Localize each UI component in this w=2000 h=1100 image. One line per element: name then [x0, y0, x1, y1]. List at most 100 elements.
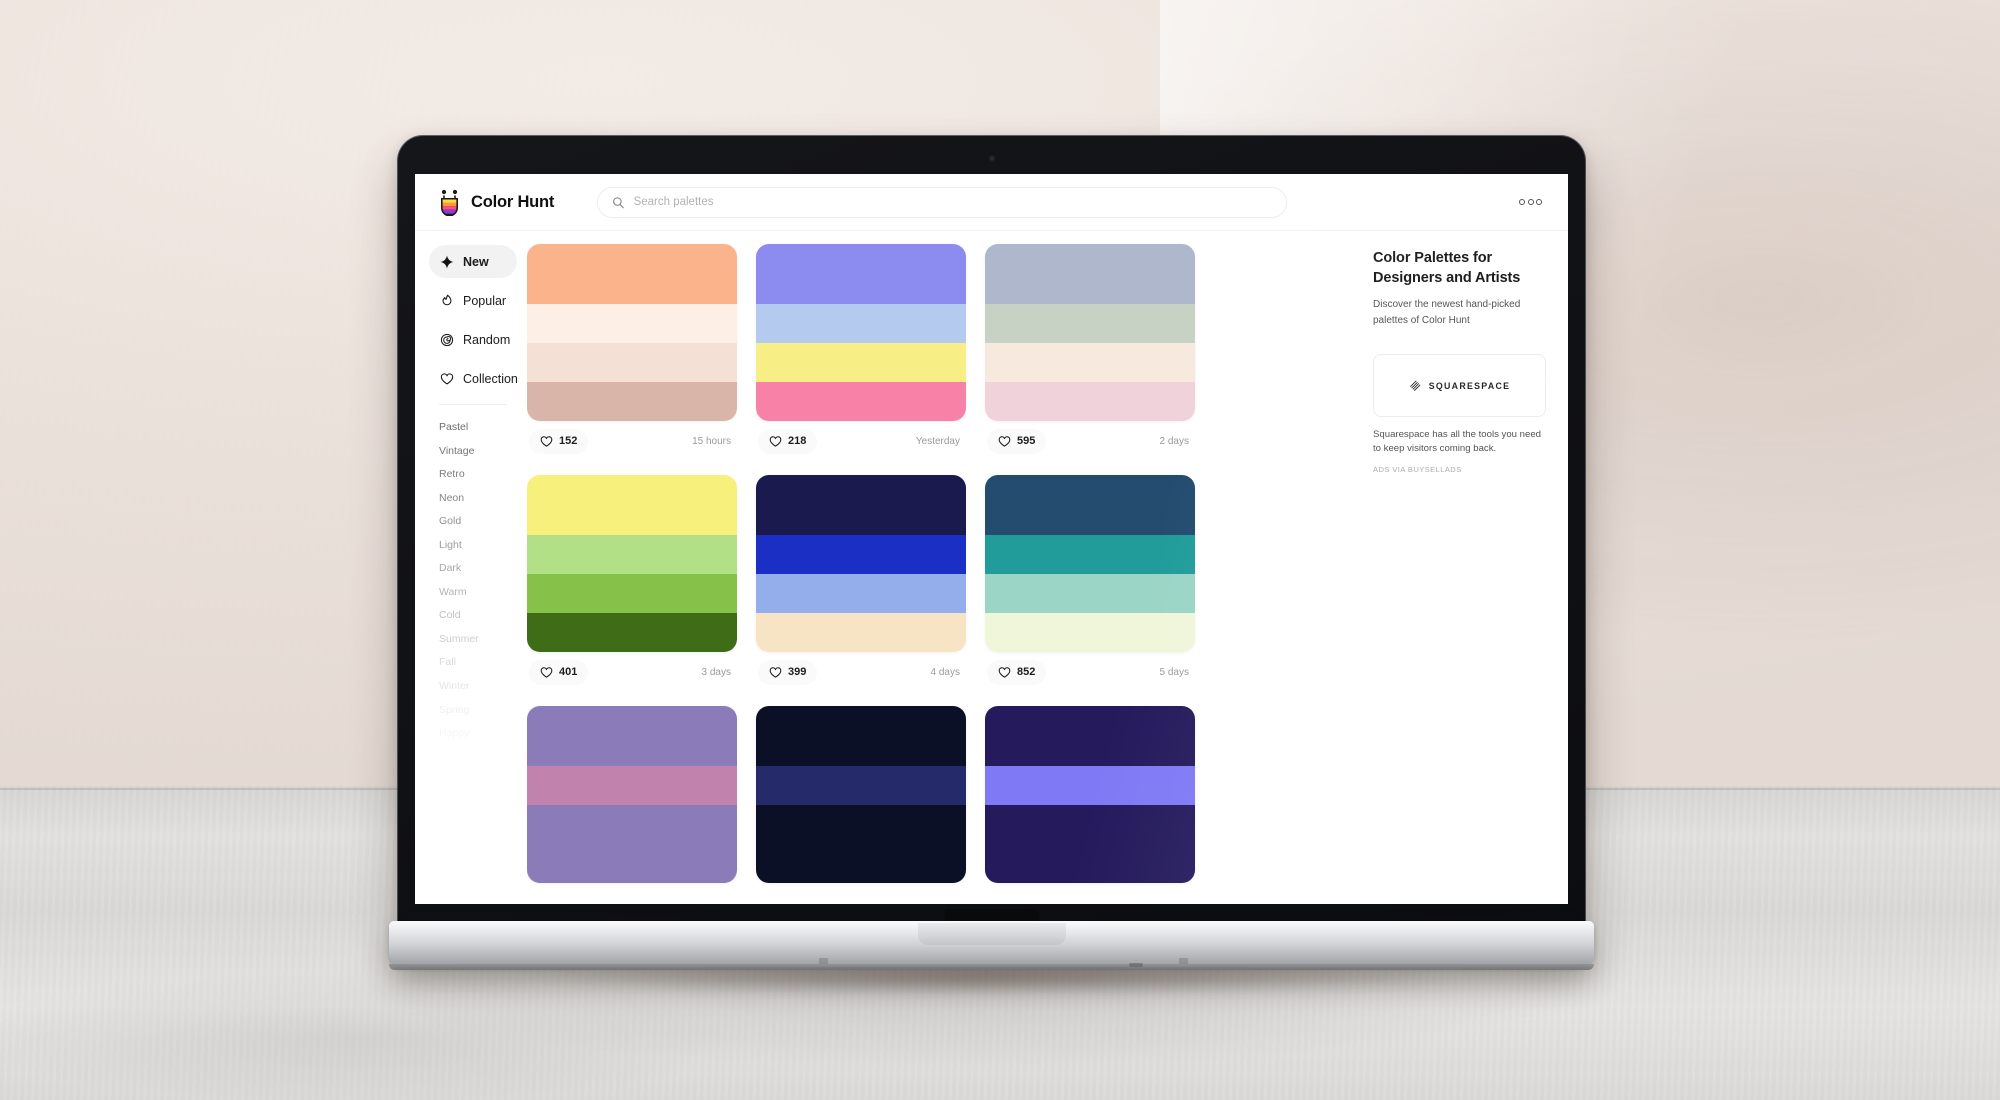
palette-card[interactable]: 218 Yesterday	[756, 244, 966, 461]
palette-swatch-3[interactable]	[985, 844, 1195, 883]
palette-card[interactable]	[985, 706, 1195, 883]
sidebar-item-popular[interactable]: Popular	[429, 284, 517, 317]
palette-swatch-1[interactable]	[985, 535, 1195, 575]
like-button[interactable]: 595	[987, 428, 1047, 454]
more-horizontal-icon[interactable]	[1519, 199, 1542, 205]
palette-swatch-0[interactable]	[756, 706, 966, 767]
palette-swatch-0[interactable]	[756, 475, 966, 536]
palette-swatch-2[interactable]	[756, 343, 966, 383]
palette-swatches[interactable]	[756, 706, 966, 883]
palette-card[interactable]: 595 2 days	[985, 244, 1195, 461]
advertisement-banner[interactable]: SQUARESPACE	[1373, 354, 1546, 417]
like-count: 852	[1017, 666, 1036, 678]
sidebar: New Popular Random Collection Pastel Vin…	[415, 231, 527, 904]
palette-swatch-2[interactable]	[985, 574, 1195, 614]
sidebar-tag-pastel[interactable]: Pastel	[439, 416, 517, 440]
palette-swatch-2[interactable]	[985, 343, 1195, 383]
palette-swatch-2[interactable]	[756, 574, 966, 614]
heart-icon	[540, 435, 553, 447]
palette-card[interactable]: 401 3 days	[527, 475, 737, 692]
sidebar-item-new[interactable]: New	[429, 245, 517, 278]
palette-swatch-2[interactable]	[985, 805, 1195, 845]
palette-swatch-3[interactable]	[527, 382, 737, 421]
palette-meta: 152 15 hours	[527, 421, 737, 461]
sidebar-tag-vintage[interactable]: Vintage	[439, 440, 517, 464]
flame-icon	[439, 293, 454, 308]
sidebar-tag-retro[interactable]: Retro	[439, 463, 517, 487]
palette-swatch-3[interactable]	[756, 844, 966, 883]
like-button[interactable]: 401	[529, 659, 589, 685]
ad-logo-text: SQUARESPACE	[1428, 380, 1511, 391]
palette-swatches[interactable]	[985, 244, 1195, 421]
palette-swatch-3[interactable]	[756, 382, 966, 421]
palette-card[interactable]	[756, 706, 966, 883]
sidebar-item-random[interactable]: Random	[429, 323, 517, 356]
like-button[interactable]: 152	[529, 428, 589, 454]
palette-meta: 401 3 days	[527, 652, 737, 692]
palette-swatch-0[interactable]	[527, 244, 737, 305]
palette-card[interactable]: 399 4 days	[756, 475, 966, 692]
palette-swatch-0[interactable]	[985, 475, 1195, 536]
palette-swatch-2[interactable]	[527, 805, 737, 845]
search-input[interactable]	[633, 196, 1272, 208]
like-count: 399	[788, 666, 807, 678]
brand-logo[interactable]: Color Hunt	[437, 189, 597, 216]
palette-swatches[interactable]	[527, 244, 737, 421]
palette-swatch-3[interactable]	[985, 382, 1195, 421]
like-button[interactable]: 399	[758, 659, 818, 685]
palette-swatch-1[interactable]	[985, 766, 1195, 806]
palette-swatch-0[interactable]	[527, 706, 737, 767]
palette-swatch-2[interactable]	[756, 805, 966, 845]
like-button[interactable]: 218	[758, 428, 818, 454]
palette-swatches[interactable]	[756, 244, 966, 421]
palette-swatch-3[interactable]	[527, 613, 737, 652]
heart-icon	[769, 435, 782, 447]
palette-swatch-1[interactable]	[527, 766, 737, 806]
palette-swatch-0[interactable]	[756, 244, 966, 305]
palette-swatch-1[interactable]	[756, 304, 966, 344]
palette-swatch-0[interactable]	[527, 475, 737, 536]
palette-swatch-2[interactable]	[527, 574, 737, 614]
palette-swatch-1[interactable]	[756, 535, 966, 575]
palette-swatches[interactable]	[985, 475, 1195, 652]
palette-card[interactable]: 152 15 hours	[527, 244, 737, 461]
sidebar-tag-dark[interactable]: Dark	[439, 557, 517, 581]
palette-swatch-3[interactable]	[756, 613, 966, 652]
sidebar-item-collection[interactable]: Collection	[429, 362, 518, 395]
sidebar-tag-neon[interactable]: Neon	[439, 487, 517, 511]
palette-swatches[interactable]	[527, 706, 737, 883]
laptop-base-foot	[389, 964, 1594, 970]
palette-card[interactable]: 852 5 days	[985, 475, 1195, 692]
palette-swatch-1[interactable]	[527, 535, 737, 575]
palette-swatch-3[interactable]	[985, 613, 1195, 652]
sidebar-tag-fall[interactable]: Fall	[439, 651, 517, 675]
ad-attribution: ADS VIA BUYSELLADS	[1373, 464, 1462, 474]
like-count: 152	[559, 435, 578, 447]
palette-swatch-1[interactable]	[756, 766, 966, 806]
palette-swatch-1[interactable]	[985, 304, 1195, 344]
sidebar-tag-cold[interactable]: Cold	[439, 604, 517, 628]
sidebar-tag-spring[interactable]: Spring	[439, 699, 517, 723]
sidebar-tag-happy[interactable]: Happy	[439, 722, 517, 746]
sidebar-tag-summer[interactable]: Summer	[439, 628, 517, 652]
sidebar-tag-gold[interactable]: Gold	[439, 510, 517, 534]
palette-swatch-0[interactable]	[985, 706, 1195, 767]
palette-grid-area: 152 15 hours 218 Yesterday 595 2 days 401 3 day…	[527, 231, 1355, 904]
sidebar-tag-warm[interactable]: Warm	[439, 581, 517, 605]
palette-meta: 595 2 days	[985, 421, 1195, 461]
palette-card[interactable]	[527, 706, 737, 883]
search-box[interactable]	[597, 186, 1287, 218]
laptop-vent-left	[819, 958, 828, 964]
sidebar-tag-light[interactable]: Light	[439, 534, 517, 558]
palette-swatch-0[interactable]	[985, 244, 1195, 305]
palette-swatches[interactable]	[527, 475, 737, 652]
palette-swatches[interactable]	[756, 475, 966, 652]
palette-swatch-2[interactable]	[527, 343, 737, 383]
like-button[interactable]: 852	[987, 659, 1047, 685]
sidebar-item-label: Random	[463, 332, 511, 347]
palette-swatch-1[interactable]	[527, 304, 737, 344]
palette-swatch-3[interactable]	[527, 844, 737, 883]
palette-grid: 152 15 hours 218 Yesterday 595 2 days 401 3 day…	[527, 244, 1355, 883]
sidebar-tag-winter[interactable]: Winter	[439, 675, 517, 699]
palette-swatches[interactable]	[985, 706, 1195, 883]
